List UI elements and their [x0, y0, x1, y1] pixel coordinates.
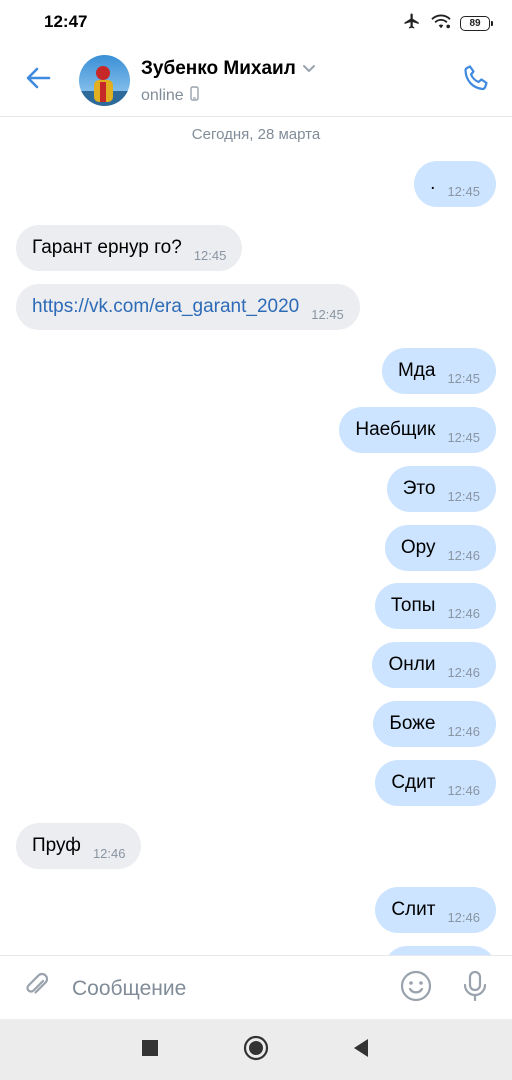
recent-apps-icon	[141, 1039, 159, 1062]
message-time: 12:46	[447, 782, 480, 798]
attach-button[interactable]	[20, 970, 54, 1004]
avatar[interactable]	[79, 55, 130, 106]
back-icon	[352, 1038, 370, 1063]
paperclip-icon	[22, 970, 52, 1005]
chat-header: Зубенко Михаил online	[0, 44, 512, 117]
message-text: Гарант ернур го?	[32, 237, 182, 258]
message-input[interactable]	[70, 968, 374, 1010]
message-text: Боже	[389, 713, 436, 734]
message-text: Мда	[397, 360, 436, 381]
status-text: online	[141, 87, 184, 104]
message-text: .	[430, 173, 436, 194]
message-time: 12:45	[447, 183, 480, 199]
message-list[interactable]: Сегодня, 28 марта . 12:45 Гарант ернур г…	[0, 117, 512, 955]
message-bubble[interactable]: Пруф 12:46	[16, 823, 142, 869]
message-bubble-partial[interactable]	[384, 946, 496, 955]
message-text: Наебщик	[355, 419, 436, 440]
message-bubble[interactable]: Сдит 12:46	[375, 760, 496, 806]
date-separator: Сегодня, 28 марта	[191, 126, 321, 143]
message-bubble[interactable]: Наебщик 12:45	[339, 407, 496, 453]
home-icon	[243, 1035, 269, 1066]
message-link[interactable]: https://vk.com/era_garant_2020	[32, 296, 299, 318]
system-back-button[interactable]	[346, 1035, 376, 1065]
message-time: 12:45	[447, 370, 480, 386]
message-time: 12:45	[193, 247, 227, 263]
message-text: Пруф	[32, 835, 81, 856]
system-navigation-bar	[0, 1019, 512, 1080]
message-bubble[interactable]: Онли 12:46	[372, 642, 496, 688]
message-time: 12:46	[447, 664, 480, 680]
message-time: 12:46	[92, 845, 126, 861]
message-text: Это	[402, 478, 436, 499]
message-bubble[interactable]: https://vk.com/era_garant_2020 12:45	[16, 284, 360, 330]
chevron-down-icon	[302, 58, 316, 80]
message-time: 12:45	[447, 488, 480, 504]
contact-status: online	[141, 86, 199, 106]
wifi-icon	[430, 12, 452, 35]
message-bubble[interactable]: Это 12:45	[386, 466, 496, 512]
home-button[interactable]	[241, 1035, 271, 1065]
call-button[interactable]	[456, 60, 496, 100]
message-bubble[interactable]: Слит 12:46	[375, 887, 496, 933]
message-time: 12:46	[447, 547, 480, 563]
message-bubble[interactable]: Боже 12:46	[373, 701, 496, 747]
contact-name[interactable]: Зубенко Михаил	[141, 58, 316, 80]
message-composer	[0, 955, 512, 1020]
message-time: 12:45	[311, 306, 344, 322]
message-bubble[interactable]: Ору 12:46	[384, 525, 496, 571]
microphone-icon	[460, 969, 490, 1008]
mobile-device-icon	[190, 86, 199, 106]
message-bubble[interactable]: Топы 12:46	[374, 583, 496, 629]
status-bar: 12:47 89	[0, 0, 512, 44]
message-text: Онли	[388, 654, 436, 675]
message-text: Топы	[390, 595, 436, 616]
message-text: Слит	[391, 899, 436, 920]
back-button[interactable]	[18, 60, 58, 100]
message-time: 12:46	[447, 909, 480, 925]
emoji-icon	[399, 969, 433, 1008]
message-time: 12:45	[447, 429, 480, 445]
message-bubble[interactable]: Мда 12:45	[381, 348, 496, 394]
back-arrow-icon	[24, 64, 52, 97]
message-bubble[interactable]: Гарант ернур го? 12:45	[16, 225, 243, 271]
battery-level: 89	[469, 18, 481, 29]
airplane-mode-icon	[402, 12, 422, 35]
recent-apps-button[interactable]	[135, 1035, 165, 1065]
voice-message-button[interactable]	[457, 968, 493, 1008]
message-time: 12:46	[447, 723, 480, 739]
emoji-button[interactable]	[398, 970, 434, 1006]
contact-name-text: Зубенко Михаил	[141, 58, 296, 79]
phone-icon	[461, 63, 491, 98]
status-time: 12:47	[44, 12, 88, 31]
message-bubble[interactable]: . 12:45	[414, 161, 496, 207]
message-text: Сдит	[391, 772, 436, 793]
avatar-image	[79, 55, 130, 106]
message-text: Ору	[400, 537, 436, 558]
status-icons: 89	[402, 12, 493, 35]
message-time: 12:46	[447, 605, 480, 621]
battery-icon: 89	[460, 16, 493, 31]
